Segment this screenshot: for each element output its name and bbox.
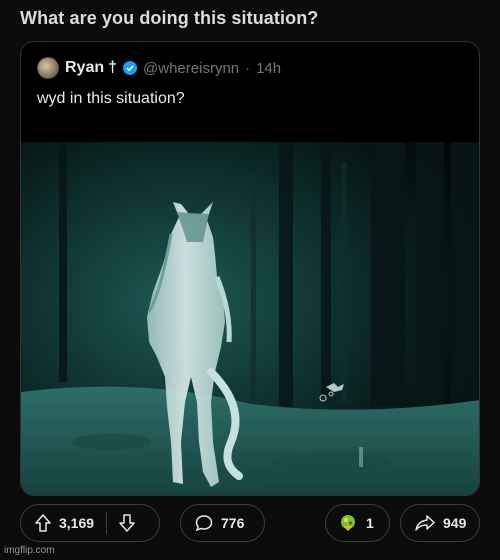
post-title: What are you doing this situation? — [20, 8, 319, 28]
arrow-down-icon[interactable] — [119, 514, 135, 532]
award-count: 1 — [366, 515, 374, 531]
night-vision-photo[interactable] — [21, 142, 479, 495]
award-button[interactable]: 1 — [325, 504, 390, 542]
arrow-up-icon — [35, 514, 51, 532]
share-arrow-icon — [415, 514, 435, 532]
upvote-button[interactable]: 3,169 — [35, 514, 94, 532]
comment-button[interactable]: 776 — [180, 504, 265, 542]
vote-divider — [106, 512, 108, 534]
tweet-handle[interactable]: @whereisrynn — [143, 60, 239, 77]
speech-bubble-icon — [195, 514, 213, 532]
verified-badge-icon — [123, 61, 138, 75]
watermark: imgflip.com — [4, 545, 55, 556]
separator-dot: · — [245, 59, 251, 77]
share-count: 949 — [443, 515, 467, 531]
avatar[interactable] — [37, 57, 59, 79]
share-button[interactable]: 949 — [400, 504, 480, 542]
upvote-count: 3,169 — [59, 515, 95, 531]
name-suffix: † — [108, 59, 118, 76]
comment-count: 776 — [221, 515, 245, 531]
tweet-header: Ryan † @whereisrynn · 14h — [37, 57, 281, 79]
display-name[interactable]: Ryan — [65, 59, 104, 77]
tweet-time[interactable]: 14h — [256, 60, 281, 77]
action-bar: 3,169 776 1 949 — [20, 504, 480, 542]
vote-control: 3,169 — [20, 504, 160, 542]
tweet-text: wyd in this situation? — [37, 90, 185, 107]
embedded-tweet-card[interactable]: Ryan † @whereisrynn · 14h wyd in this si… — [20, 41, 480, 496]
award-icon — [338, 513, 358, 533]
